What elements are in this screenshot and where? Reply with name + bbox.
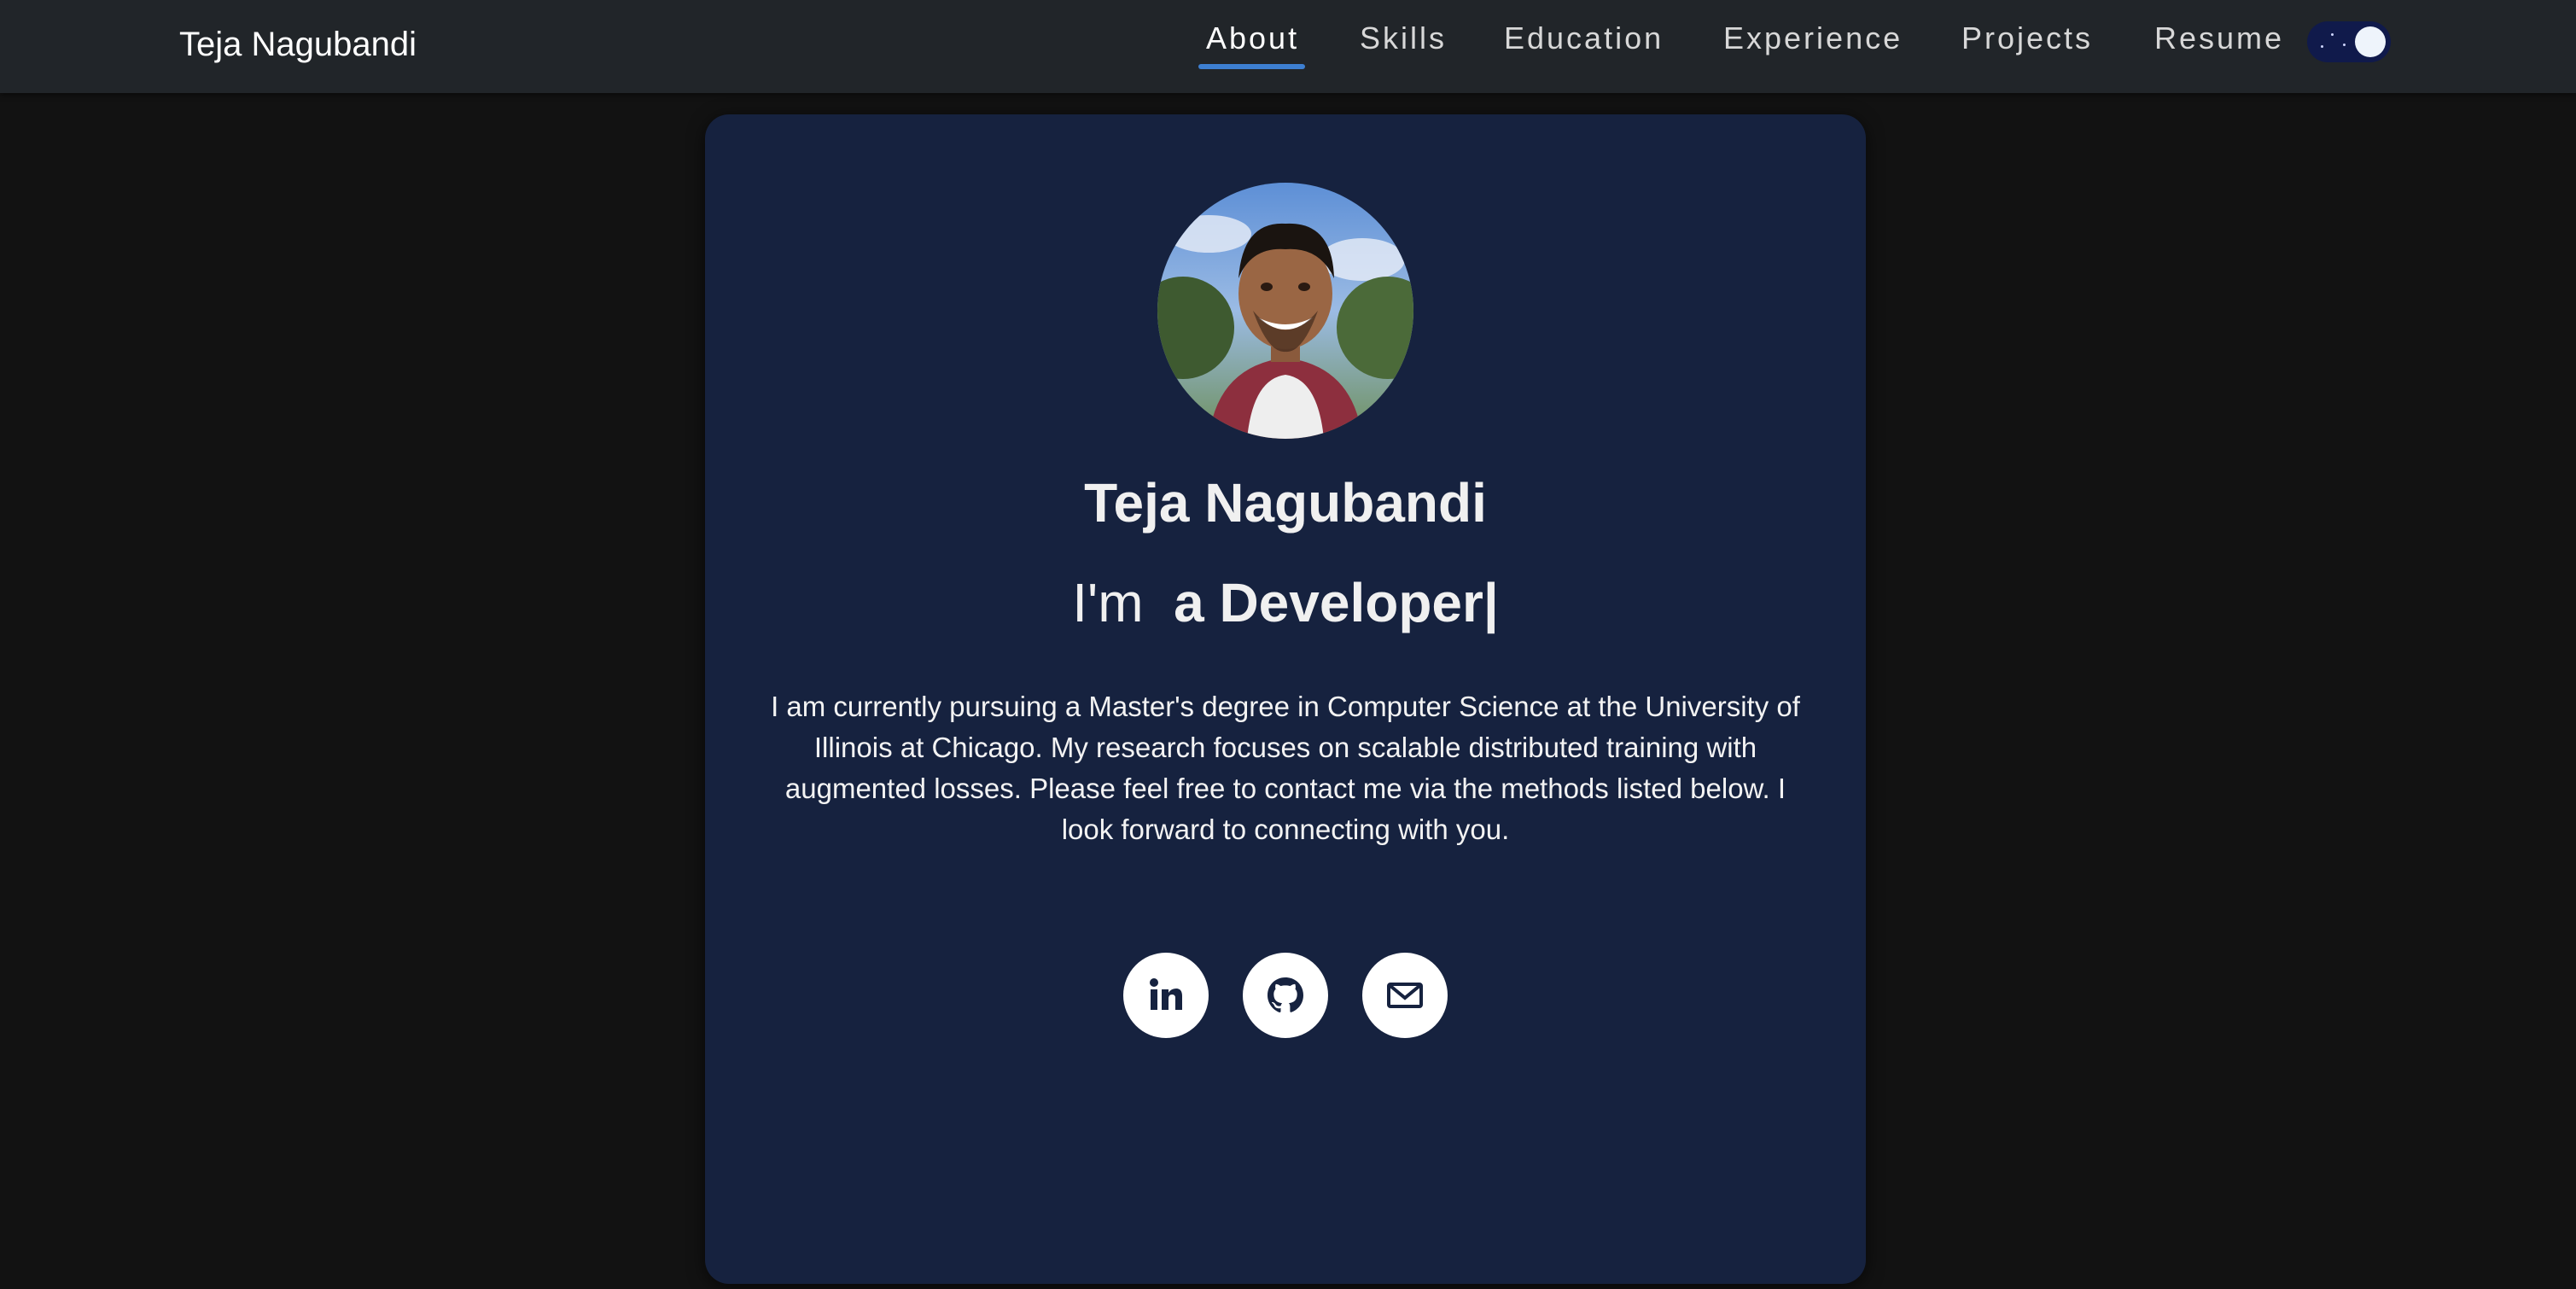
star-icon xyxy=(2343,44,2346,46)
linkedin-icon xyxy=(1150,978,1182,1010)
tagline-prefix: I'm xyxy=(1072,572,1144,633)
avatar xyxy=(1157,183,1413,439)
nav-link-resume[interactable]: Resume xyxy=(2154,20,2284,56)
social-links xyxy=(705,953,1866,1038)
theme-toggle[interactable] xyxy=(2307,21,2391,62)
linkedin-link[interactable] xyxy=(1123,953,1209,1038)
avatar-photo xyxy=(1157,183,1413,439)
nav-link-skills[interactable]: Skills xyxy=(1360,20,1447,56)
email-link[interactable] xyxy=(1362,953,1448,1038)
nav-link-about[interactable]: About xyxy=(1206,20,1299,56)
profile-tagline: I'm a Developer| xyxy=(705,571,1866,634)
star-icon xyxy=(2321,45,2323,48)
moon-icon xyxy=(2355,26,2386,57)
nav-link-education[interactable]: Education xyxy=(1504,20,1664,56)
nav-links: About Skills Education Experience Projec… xyxy=(0,0,2576,93)
active-tab-indicator xyxy=(1198,64,1305,69)
navbar: Teja Nagubandi About Skills Education Ex… xyxy=(0,0,2576,93)
github-icon xyxy=(1268,977,1303,1012)
profile-name: Teja Nagubandi xyxy=(1084,472,1487,534)
tagline-typed-text: a Developer| xyxy=(1174,572,1499,633)
nav-link-experience[interactable]: Experience xyxy=(1723,20,1903,56)
profile-card: Teja Nagubandi I'm a Developer| I am cur… xyxy=(705,114,1866,1284)
profile-bio: I am currently pursuing a Master's degre… xyxy=(771,691,1800,845)
nav-link-projects[interactable]: Projects xyxy=(1961,20,2093,56)
star-icon xyxy=(2331,33,2334,36)
email-icon xyxy=(1387,983,1423,1008)
github-link[interactable] xyxy=(1243,953,1328,1038)
